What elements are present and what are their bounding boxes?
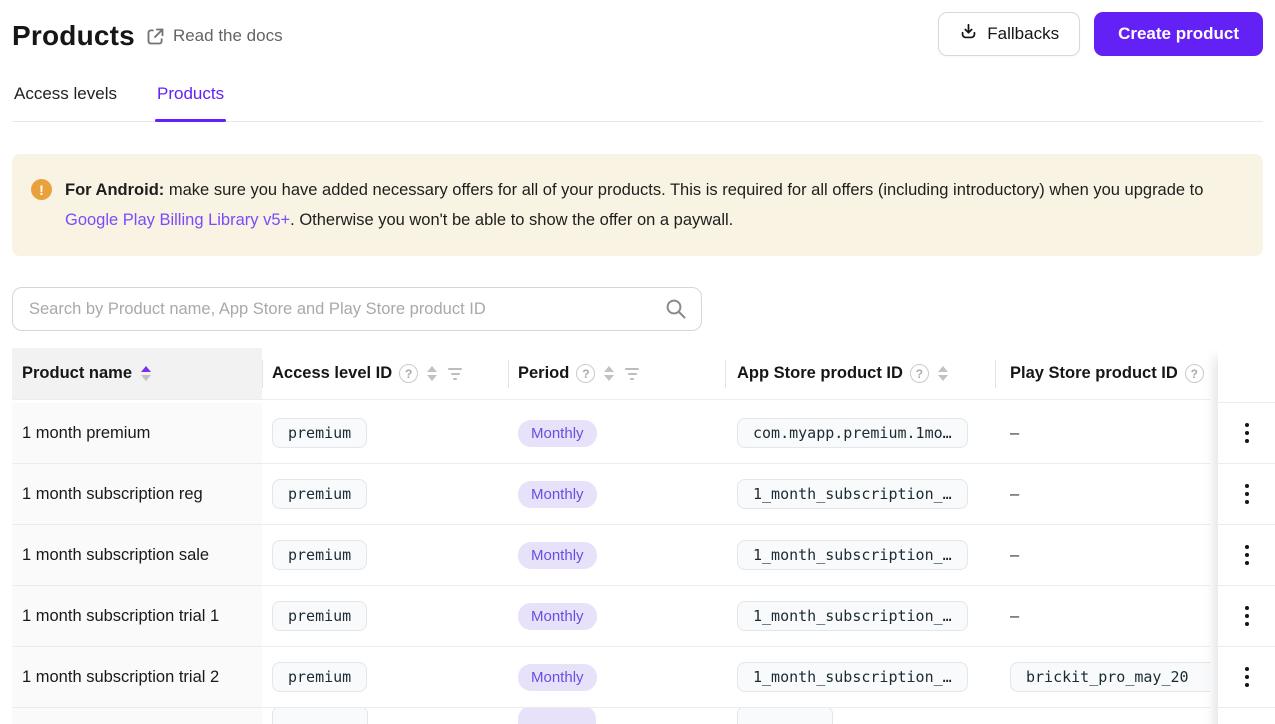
table-scroll-area[interactable]: Product name Access level ID ? Period ?: [12, 348, 1210, 724]
sort-icon[interactable]: [139, 364, 153, 383]
column-header-app-store-product-id[interactable]: App Store product ID ?: [725, 348, 995, 399]
row-actions-column: [1218, 348, 1275, 724]
period-badge: Monthly: [518, 602, 597, 630]
kebab-menu-button[interactable]: [1235, 478, 1259, 510]
search-box: [12, 287, 702, 331]
play-store-id-value: –: [1010, 545, 1020, 564]
table-row[interactable]: 1 month subscription trial 1 premium Mon…: [12, 586, 1210, 647]
period-badge: Monthly: [518, 419, 597, 447]
products-table: Product name Access level ID ? Period ?: [12, 348, 1275, 724]
fallbacks-button[interactable]: Fallbacks: [938, 12, 1081, 56]
product-name: 1 month subscription trial 2: [22, 667, 220, 686]
column-header-period[interactable]: Period ?: [508, 348, 725, 399]
filter-icon[interactable]: [623, 366, 641, 382]
banner-text: For Android: make sure you have added ne…: [65, 181, 1204, 229]
play-store-id-value: –: [1010, 423, 1020, 442]
app-store-id-chip: 1_month_subscription_…: [737, 479, 968, 509]
access-level-chip: [272, 708, 368, 724]
sort-icon[interactable]: [602, 364, 616, 383]
banner-bold-prefix: For Android:: [65, 181, 165, 199]
create-product-button[interactable]: Create product: [1094, 12, 1263, 56]
access-level-chip: premium: [272, 601, 368, 631]
help-icon[interactable]: ?: [399, 364, 419, 383]
tab-bar: Access levels Products: [12, 82, 1263, 122]
table-row[interactable]: 1 month subscription reg premium Monthly…: [12, 464, 1210, 525]
table-row[interactable]: 1 month subscription trial 2 premium Mon…: [12, 647, 1210, 708]
search-input[interactable]: [12, 287, 702, 331]
column-header-product-name[interactable]: Product name: [12, 348, 262, 399]
access-level-chip: premium: [272, 540, 368, 570]
read-the-docs-link[interactable]: Read the docs: [145, 26, 283, 47]
play-store-id-value: –: [1010, 606, 1020, 625]
period-badge: Monthly: [518, 663, 597, 691]
column-header-play-store-product-id[interactable]: Play Store product ID ?: [995, 348, 1210, 399]
help-icon[interactable]: ?: [909, 364, 929, 383]
product-name: 1 month premium: [22, 423, 151, 442]
app-store-id-chip: [737, 708, 833, 724]
app-store-id-chip: com.myapp.premium.1mo…: [737, 418, 968, 448]
access-level-chip: premium: [272, 479, 368, 509]
help-icon[interactable]: ?: [576, 364, 596, 383]
table-header-row: Product name Access level ID ? Period ?: [12, 348, 1210, 400]
play-store-id-value: –: [1010, 484, 1020, 503]
help-icon[interactable]: ?: [1184, 364, 1204, 383]
top-bar: Products Read the docs Fallbacks Create …: [0, 0, 1275, 56]
tab-access-levels[interactable]: Access levels: [12, 82, 119, 121]
google-play-billing-link[interactable]: Google Play Billing Library v5+: [65, 211, 290, 229]
app-store-id-chip: 1_month_subscription_…: [737, 540, 968, 570]
download-icon: [959, 22, 978, 46]
products-page: Products Read the docs Fallbacks Create …: [0, 0, 1275, 724]
fallbacks-label: Fallbacks: [987, 24, 1060, 43]
period-badge: Monthly: [518, 480, 597, 508]
filter-icon[interactable]: [446, 366, 464, 382]
period-badge: [518, 708, 596, 724]
play-store-id-chip: brickit_pro_may_20: [1010, 662, 1210, 692]
app-store-id-chip: 1_month_subscription_…: [737, 601, 968, 631]
table-row-partial[interactable]: [12, 708, 1210, 724]
table-row[interactable]: 1 month subscription sale premium Monthl…: [12, 525, 1210, 586]
kebab-menu-button[interactable]: [1235, 539, 1259, 571]
sort-icon[interactable]: [936, 364, 950, 383]
create-product-label: Create product: [1118, 24, 1239, 43]
warning-icon: !: [31, 179, 52, 200]
sort-icon[interactable]: [425, 364, 439, 383]
access-level-chip: premium: [272, 662, 368, 692]
app-store-id-chip: 1_month_subscription_…: [737, 662, 968, 692]
page-title: Products: [12, 20, 135, 51]
external-link-icon: [145, 26, 166, 47]
column-header-access-level-id[interactable]: Access level ID ?: [262, 348, 508, 399]
kebab-menu-button[interactable]: [1235, 600, 1259, 632]
access-level-chip: premium: [272, 418, 368, 448]
search-icon[interactable]: [664, 297, 688, 326]
android-warning-banner: ! For Android: make sure you have added …: [12, 154, 1263, 256]
tab-products[interactable]: Products: [154, 82, 227, 122]
table-row[interactable]: 1 month premium premium Monthly com.myap…: [12, 403, 1210, 464]
read-the-docs-label: Read the docs: [172, 26, 283, 45]
product-name: 1 month subscription reg: [22, 484, 203, 503]
product-name: 1 month subscription trial 1: [22, 606, 220, 625]
period-badge: Monthly: [518, 541, 597, 569]
table-body: 1 month premium premium Monthly com.myap…: [12, 403, 1210, 724]
kebab-menu-button[interactable]: [1235, 661, 1259, 693]
product-name: 1 month subscription sale: [22, 545, 210, 564]
kebab-menu-button[interactable]: [1235, 417, 1259, 449]
